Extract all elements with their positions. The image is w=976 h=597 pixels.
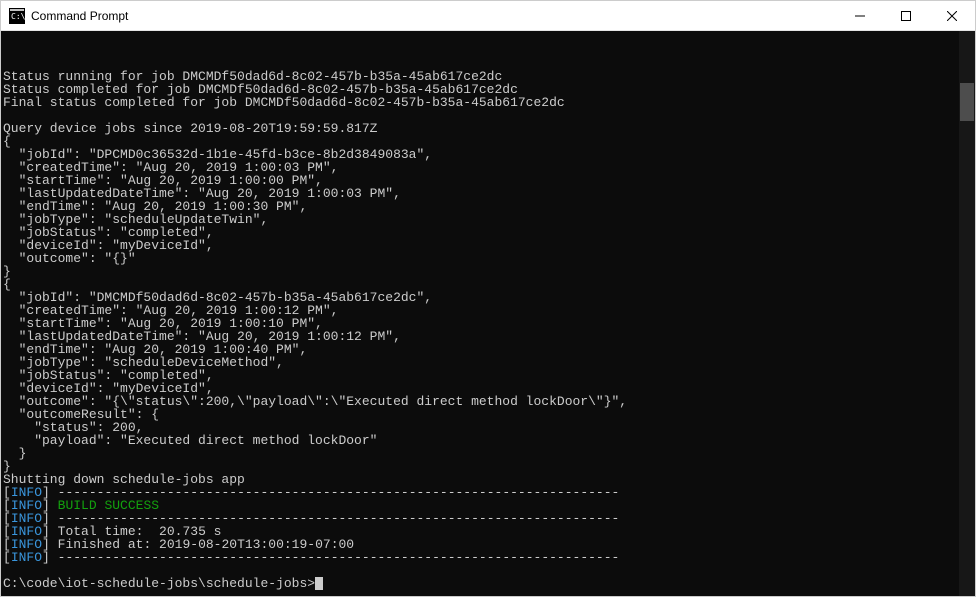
maximize-button[interactable] [883, 1, 929, 30]
output-line: Query device jobs since 2019-08-20T19:59… [3, 121, 377, 136]
output-line: "outcome": "{}" [3, 251, 136, 266]
window-controls [837, 1, 975, 30]
terminal-area[interactable]: Status running for job DMCMDf50dad6d-8c0… [1, 31, 975, 596]
info-bracket: [ [3, 550, 11, 565]
svg-text:C:\: C:\ [11, 12, 25, 21]
window-titlebar[interactable]: C:\ Command Prompt [1, 1, 975, 31]
scrollbar-thumb[interactable] [960, 83, 974, 121]
window-title: Command Prompt [31, 9, 837, 23]
command-prompt-window: C:\ Command Prompt Status running for jo… [0, 0, 976, 597]
output-line: "payload": "Executed direct method lockD… [3, 433, 377, 448]
terminal-content: Status running for job DMCMDf50dad6d-8c0… [3, 57, 973, 590]
minimize-button[interactable] [837, 1, 883, 30]
info-label: INFO [11, 550, 42, 565]
command-prompt: C:\code\iot-schedule-jobs\schedule-jobs> [3, 576, 315, 591]
cursor [315, 577, 323, 590]
dash-line: ----------------------------------------… [50, 550, 620, 565]
output-line: Final status completed for job DMCMDf50d… [3, 95, 565, 110]
close-button[interactable] [929, 1, 975, 30]
command-prompt-icon: C:\ [9, 8, 25, 24]
info-bracket: ] [42, 550, 50, 565]
vertical-scrollbar[interactable] [959, 31, 975, 596]
